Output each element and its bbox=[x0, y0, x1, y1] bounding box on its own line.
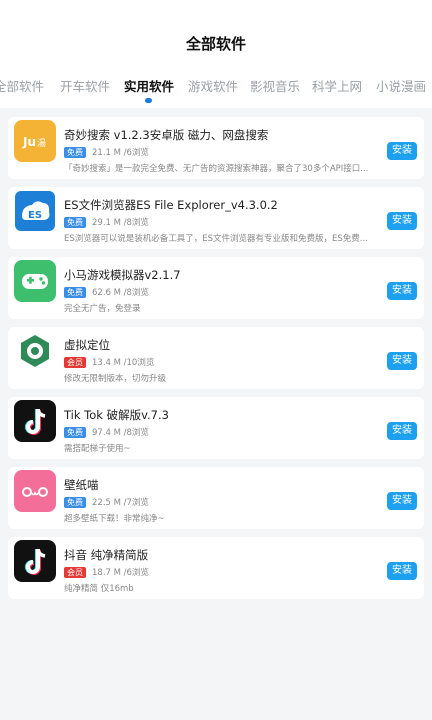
app-meta: 会员 13.4 M /10浏览 bbox=[64, 356, 154, 368]
app-meta: 免费 62.6 M /8浏览 bbox=[64, 286, 149, 298]
app-description: 修改无限制版本，切勿升级 bbox=[64, 374, 167, 384]
list-item[interactable]: 抖音 纯净精简版 会员 18.7 M /6浏览 纯净精简 仅16mb 安装 bbox=[8, 537, 424, 599]
tiktok-icon bbox=[14, 400, 56, 442]
app-meta: 免费 22.5 M /7浏览 bbox=[64, 496, 149, 508]
wallpaper-face-icon bbox=[14, 470, 56, 512]
tab-driving[interactable]: 开车软件 bbox=[60, 76, 110, 95]
tab-utility[interactable]: 实用软件 bbox=[124, 76, 174, 95]
install-button[interactable]: 安装 bbox=[387, 142, 417, 160]
status-badge: 免费 bbox=[64, 426, 86, 438]
app-meta: 免费 97.4 M /8浏览 bbox=[64, 426, 149, 438]
status-badge: 免费 bbox=[64, 496, 86, 508]
gamepad-icon bbox=[14, 260, 56, 302]
app-meta: 会员 18.7 M /6浏览 bbox=[64, 566, 149, 578]
svg-text:ES: ES bbox=[28, 210, 42, 221]
tab-video-music[interactable]: 影视音乐 bbox=[250, 76, 300, 95]
tab-novels-comics[interactable]: 小说漫画 bbox=[376, 76, 426, 95]
install-button[interactable]: 安装 bbox=[387, 492, 417, 510]
list-item[interactable]: Ju 湯 奇妙搜索 v1.2.3安卓版 磁力、网盘搜索 免费 21.1 M /6浏… bbox=[8, 117, 424, 179]
location-icon bbox=[14, 330, 56, 372]
app-size: 18.7 M /6浏览 bbox=[92, 568, 149, 578]
tab-indicator bbox=[145, 98, 152, 103]
app-name: 奇妙搜索 v1.2.3安卓版 磁力、网盘搜索 bbox=[64, 128, 269, 142]
app-name: 虚拟定位 bbox=[64, 338, 110, 352]
tab-vpn[interactable]: 科学上网 bbox=[312, 76, 362, 95]
install-button[interactable]: 安装 bbox=[387, 212, 417, 230]
app-description: 超多壁纸下载！非常纯净~ bbox=[64, 514, 165, 524]
status-badge: 免费 bbox=[64, 146, 86, 158]
svg-text:湯: 湯 bbox=[37, 138, 46, 149]
app-name: ES文件浏览器ES File Explorer_v4.3.0.2 bbox=[64, 198, 278, 212]
list-item[interactable]: Tik Tok 破解版v.7.3 免费 97.4 M /8浏览 需搭配梯子使用~… bbox=[8, 397, 424, 459]
app-description: 纯净精简 仅16mb bbox=[64, 584, 134, 594]
app-description: 完全无广告，免登录 bbox=[64, 304, 141, 314]
app-description: 「奇妙搜索」是一款完全免费、无广告的资源搜索神器，聚合了30多个API接口... bbox=[64, 164, 369, 174]
app-description: ES浏览器可以说是装机必备工具了，ES文件浏览器有专业版和免费版，ES免费... bbox=[64, 234, 368, 244]
app-size: 21.1 M /6浏览 bbox=[92, 148, 149, 158]
status-badge: 会员 bbox=[64, 356, 86, 368]
install-button[interactable]: 安装 bbox=[387, 422, 417, 440]
header: 全部软件 全部软件 开车软件 实用软件 游戏软件 影视音乐 科学上网 小说漫画 bbox=[0, 0, 432, 108]
status-badge: 免费 bbox=[64, 216, 86, 228]
es-file-explorer-icon: ES bbox=[14, 190, 56, 232]
tab-games[interactable]: 游戏软件 bbox=[188, 76, 238, 95]
list-item[interactable]: 小马游戏模拟器v2.1.7 免费 62.6 M /8浏览 完全无广告，免登录 安… bbox=[8, 257, 424, 319]
install-button[interactable]: 安装 bbox=[387, 352, 417, 370]
svg-text:Ju: Ju bbox=[22, 135, 36, 149]
app-size: 97.4 M /8浏览 bbox=[92, 428, 149, 438]
app-size: 62.6 M /8浏览 bbox=[92, 288, 149, 298]
app-name: 抖音 纯净精简版 bbox=[64, 548, 149, 562]
app-meta: 免费 21.1 M /6浏览 bbox=[64, 146, 149, 158]
list-item[interactable]: 虚拟定位 会员 13.4 M /10浏览 修改无限制版本，切勿升级 安装 bbox=[8, 327, 424, 389]
app-name: 小马游戏模拟器v2.1.7 bbox=[64, 268, 181, 282]
status-badge: 会员 bbox=[64, 566, 86, 578]
app-size: 29.1 M /8浏览 bbox=[92, 218, 149, 228]
douyin-icon bbox=[14, 540, 56, 582]
install-button[interactable]: 安装 bbox=[387, 282, 417, 300]
page-title: 全部软件 bbox=[185, 35, 246, 53]
app-description: 需搭配梯子使用~ bbox=[64, 444, 131, 454]
tab-all[interactable]: 全部软件 bbox=[0, 76, 44, 95]
list-item[interactable]: 壁纸喵 免费 22.5 M /7浏览 超多壁纸下载！非常纯净~ 安装 bbox=[8, 467, 424, 529]
app-name: 壁纸喵 bbox=[64, 478, 99, 492]
status-badge: 免费 bbox=[64, 286, 86, 298]
app-size: 22.5 M /7浏览 bbox=[92, 498, 149, 508]
app-name: Tik Tok 破解版v.7.3 bbox=[64, 408, 169, 422]
app-meta: 免费 29.1 M /8浏览 bbox=[64, 216, 149, 228]
install-button[interactable]: 安装 bbox=[387, 562, 417, 580]
list-item[interactable]: ES ES文件浏览器ES File Explorer_v4.3.0.2 免费 2… bbox=[8, 187, 424, 249]
app-size: 13.4 M /10浏览 bbox=[92, 358, 155, 368]
app-list: Ju 湯 奇妙搜索 v1.2.3安卓版 磁力、网盘搜索 免费 21.1 M /6浏… bbox=[8, 117, 424, 607]
ju-icon: Ju 湯 bbox=[14, 120, 56, 162]
